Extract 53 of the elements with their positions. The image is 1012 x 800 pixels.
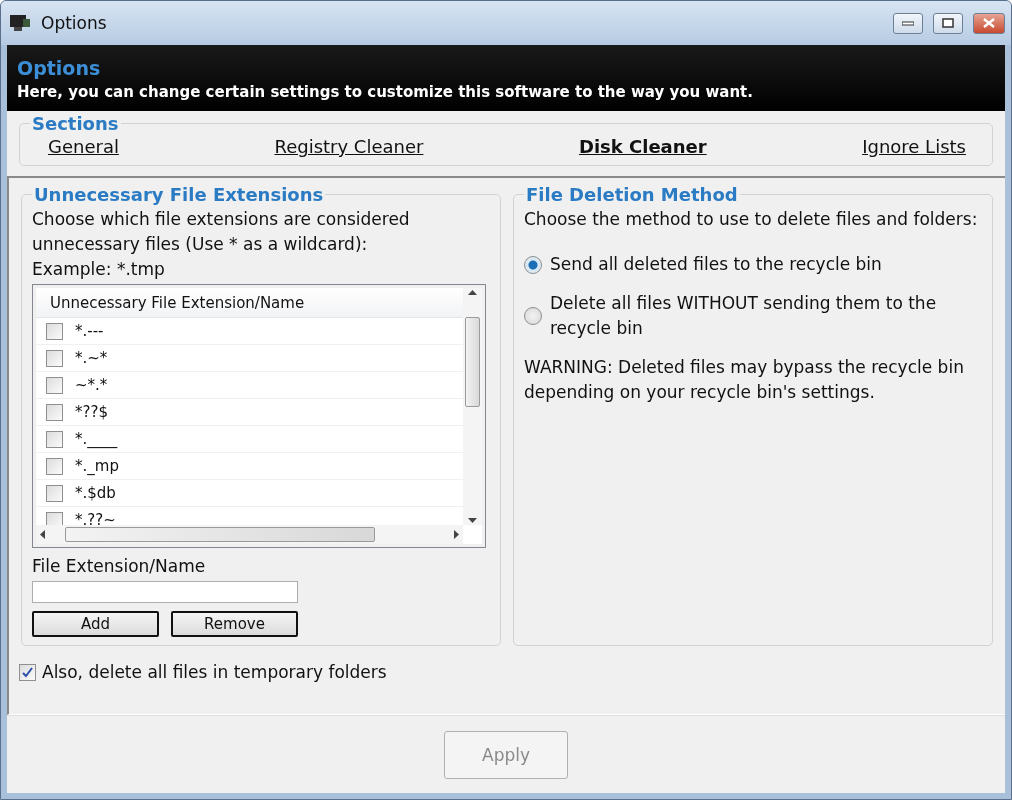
checkbox[interactable] <box>46 430 63 448</box>
section-link[interactable]: Registry Cleaner <box>274 136 424 157</box>
checkbox[interactable] <box>46 403 63 421</box>
list-button[interactable]: Add <box>32 611 159 637</box>
group-title: Unnecessary File Extensions <box>33 184 325 205</box>
group-title: Sections <box>31 113 120 134</box>
scroll-left-icon <box>40 530 45 539</box>
extension-text: *.____ <box>75 430 118 448</box>
maximize-button[interactable] <box>933 12 963 34</box>
scroll-down-icon <box>468 518 477 523</box>
warning-text: WARNING: Deleted files may bypass the recycle bin depending on your recycle bin's settings. <box>524 356 965 404</box>
extension-text: *.$db <box>75 484 116 502</box>
header-subtitle: Here, you can change certain settings to customize this software to the way you want. <box>17 83 754 101</box>
extension-text: *.~* <box>75 349 108 367</box>
checkbox[interactable] <box>46 457 63 475</box>
extension-text: *._mp <box>75 457 119 475</box>
minimize-button[interactable] <box>893 12 923 34</box>
checkbox[interactable] <box>46 484 63 502</box>
field-label: File Extension/Name <box>32 555 207 578</box>
scroll-up-icon <box>468 290 477 295</box>
app-icon <box>9 13 31 33</box>
checkbox[interactable] <box>46 349 63 367</box>
section-link[interactable]: General <box>48 136 119 157</box>
radio-button[interactable] <box>524 307 542 325</box>
description-text: Choose which file extensions are considered unnecessary files (Use * as a wildcard): <box>32 208 411 256</box>
checkbox[interactable] <box>46 322 63 340</box>
vertical-scrollbar[interactable] <box>463 288 482 525</box>
window-title: Options <box>41 13 108 33</box>
group-title: File Deletion Method <box>525 184 739 205</box>
extension-text: *??$ <box>75 403 108 421</box>
header-title: Options <box>17 57 102 79</box>
example-text: Example: *.tmp <box>32 258 166 281</box>
checkbox[interactable] <box>46 511 63 525</box>
option-label: Send all deleted files to the recycle bin <box>550 253 882 276</box>
list-button[interactable]: Remove <box>171 611 298 637</box>
checkbox[interactable] <box>46 376 63 394</box>
description-text: Choose the method to use to delete files and folders: <box>524 208 979 231</box>
checkbox-label: Also, delete all files in temporary folders <box>42 661 387 684</box>
checkbox[interactable] <box>19 664 36 681</box>
extension-text: *.--- <box>75 322 104 340</box>
close-button[interactable] <box>973 12 1005 34</box>
maximize-icon <box>942 18 954 28</box>
radio-button[interactable] <box>524 255 542 274</box>
extension-text: ~*.* <box>75 376 108 394</box>
extension-text: *.??~ <box>75 511 116 525</box>
horizontal-scrollbar[interactable] <box>36 525 463 544</box>
option-label: Delete all files WITHOUT sending them to the recycle bin <box>550 292 938 340</box>
scroll-right-icon <box>454 530 459 539</box>
minimize-icon <box>902 20 914 26</box>
section-link[interactable]: Ignore Lists <box>862 136 966 157</box>
close-icon <box>983 18 995 28</box>
extension-input[interactable] <box>32 581 298 603</box>
section-link[interactable]: Disk Cleaner <box>578 136 707 157</box>
